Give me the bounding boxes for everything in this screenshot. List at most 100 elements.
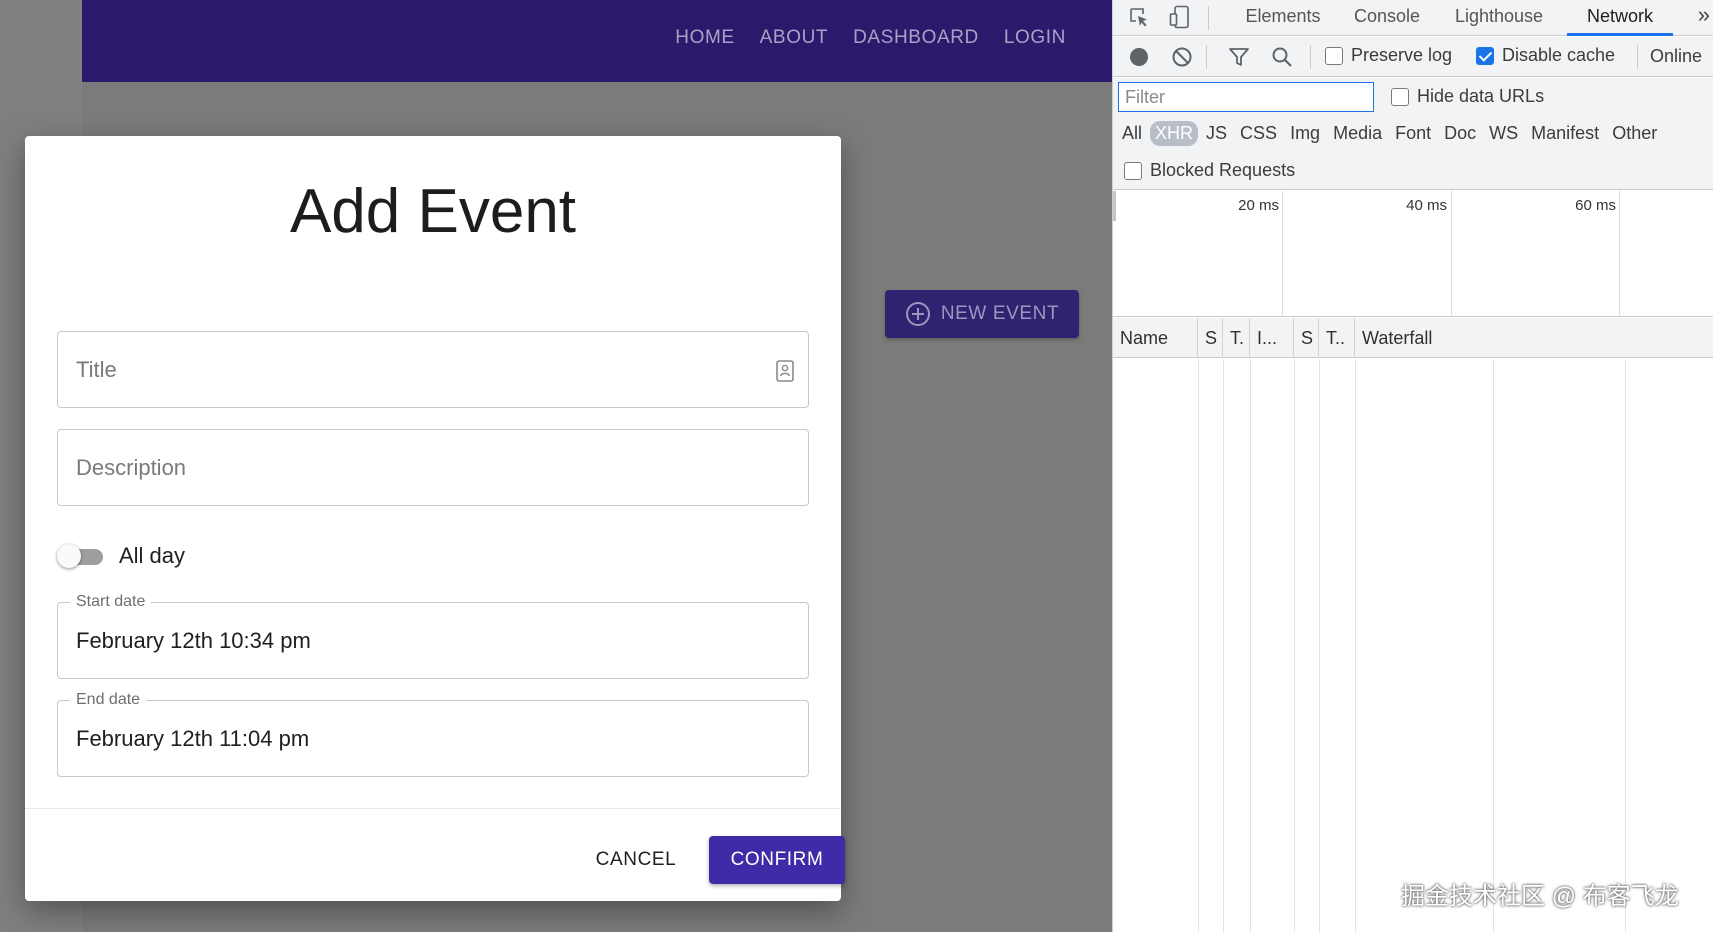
network-filter-bar: Hide data URLs All XHR JS CSS Img Media …: [1113, 78, 1713, 190]
title-input[interactable]: [76, 332, 766, 407]
tab-elements[interactable]: Elements: [1236, 0, 1330, 36]
type-filter-js[interactable]: JS: [1201, 121, 1232, 146]
network-request-table[interactable]: [1113, 359, 1713, 932]
overview-gridline: [1619, 191, 1620, 317]
network-overview-timeline[interactable]: 20 ms 40 ms 60 ms: [1113, 191, 1713, 317]
column-divider: [1223, 359, 1224, 932]
tab-lighthouse[interactable]: Lighthouse: [1444, 0, 1554, 36]
inspect-element-icon[interactable]: [1125, 3, 1153, 31]
resource-type-filters: All XHR JS CSS Img Media Font Doc WS Man…: [1117, 118, 1662, 148]
column-header-status[interactable]: S: [1198, 318, 1223, 358]
column-header-waterfall[interactable]: Waterfall: [1355, 318, 1713, 358]
add-event-dialog: Add Event All day Start date February 12…: [25, 136, 845, 901]
column-divider: [1319, 359, 1320, 932]
column-divider: [1198, 359, 1199, 932]
type-filter-font[interactable]: Font: [1390, 121, 1436, 146]
type-filter-all[interactable]: All: [1117, 121, 1147, 146]
column-header-time[interactable]: T..: [1319, 318, 1355, 358]
disable-cache-checkbox[interactable]: Disable cache: [1476, 45, 1615, 66]
hide-data-urls-box[interactable]: [1391, 87, 1409, 106]
type-filter-other[interactable]: Other: [1607, 121, 1662, 146]
blocked-requests-label: Blocked Requests: [1150, 160, 1296, 180]
all-day-toggle-thumb[interactable]: [57, 544, 81, 568]
column-divider: [1355, 359, 1356, 932]
all-day-toggle[interactable]: [57, 543, 105, 569]
filter-input[interactable]: [1118, 82, 1374, 112]
nav-links: HOME ABOUT DASHBOARD LOGIN: [675, 0, 1066, 76]
tab-network[interactable]: Network: [1567, 0, 1673, 36]
clear-icon[interactable]: [1168, 43, 1196, 71]
waterfall-gridline: [1493, 359, 1494, 932]
cancel-button[interactable]: CANCEL: [572, 836, 700, 884]
throttling-select[interactable]: Online: [1650, 46, 1702, 67]
start-date-field[interactable]: Start date February 12th 10:34 pm: [57, 593, 809, 679]
top-navbar: HOME ABOUT DASHBOARD LOGIN: [82, 0, 1112, 82]
column-header-name[interactable]: Name: [1113, 318, 1198, 358]
all-day-row: All day: [57, 538, 185, 574]
end-date-value[interactable]: February 12th 11:04 pm: [76, 726, 309, 752]
column-header-size[interactable]: S: [1294, 318, 1319, 358]
description-field: [57, 429, 809, 506]
contact-card-icon: [776, 360, 794, 382]
search-icon[interactable]: [1268, 43, 1296, 71]
type-filter-xhr[interactable]: XHR: [1150, 120, 1199, 146]
overview-left-handle[interactable]: [1113, 191, 1116, 221]
tab-console[interactable]: Console: [1345, 0, 1429, 36]
overview-tick-label: 20 ms: [1238, 197, 1279, 214]
all-day-label: All day: [119, 543, 186, 568]
column-header-type[interactable]: T.: [1223, 318, 1250, 358]
devtools-tab-bar: Elements Console Lighthouse Network »: [1113, 0, 1713, 36]
type-filter-img[interactable]: Img: [1285, 121, 1325, 146]
new-event-button[interactable]: NEW EVENT: [885, 290, 1079, 338]
disable-cache-label: Disable cache: [1502, 45, 1616, 65]
type-filter-doc[interactable]: Doc: [1439, 121, 1481, 146]
column-divider: [1250, 359, 1251, 932]
preserve-log-box[interactable]: [1325, 46, 1343, 65]
devtools-panel: Elements Console Lighthouse Network » Pr…: [1112, 0, 1713, 932]
watermark: 掘金技术社区 @ 布客飞龙: [1401, 883, 1679, 910]
end-date-field[interactable]: End date February 12th 11:04 pm: [57, 691, 809, 777]
type-filter-css[interactable]: CSS: [1235, 121, 1282, 146]
add-circle-icon: [905, 302, 930, 326]
disable-cache-box[interactable]: [1476, 46, 1494, 65]
nav-link-login[interactable]: LOGIN: [1004, 27, 1066, 49]
nav-link-home[interactable]: HOME: [675, 27, 734, 49]
start-date-value[interactable]: February 12th 10:34 pm: [76, 628, 311, 654]
overview-tick-label: 40 ms: [1406, 197, 1447, 214]
blocked-requests-checkbox[interactable]: Blocked Requests: [1124, 160, 1295, 181]
toolbar-separator: [1310, 45, 1311, 69]
hide-data-urls-checkbox[interactable]: Hide data URLs: [1391, 86, 1544, 107]
record-icon[interactable]: [1125, 43, 1153, 71]
blocked-requests-box[interactable]: [1124, 161, 1142, 180]
title-field: [57, 331, 809, 408]
network-table-header: Name S T. I... S T.. Waterfall: [1113, 318, 1713, 358]
toolbar-separator: [1206, 45, 1207, 69]
nav-link-dashboard[interactable]: DASHBOARD: [853, 27, 979, 49]
description-input[interactable]: [76, 430, 766, 505]
column-header-initiator[interactable]: I...: [1250, 318, 1294, 358]
device-toolbar-icon[interactable]: [1166, 3, 1194, 31]
type-filter-ws[interactable]: WS: [1484, 121, 1523, 146]
type-filter-manifest[interactable]: Manifest: [1526, 121, 1604, 146]
more-tabs-icon[interactable]: »: [1698, 2, 1710, 28]
overview-gridline: [1451, 191, 1452, 317]
waterfall-gridline: [1625, 359, 1626, 932]
end-date-label: End date: [70, 691, 147, 709]
confirm-button[interactable]: CONFIRM: [709, 836, 845, 884]
column-divider: [1294, 359, 1295, 932]
overview-tick-label: 60 ms: [1575, 197, 1616, 214]
preserve-log-label: Preserve log: [1351, 45, 1453, 65]
dialog-title: Add Event: [289, 177, 577, 246]
filter-icon[interactable]: [1225, 43, 1253, 71]
tab-bar-separator: [1208, 6, 1209, 30]
overview-gridline: [1282, 191, 1283, 317]
network-toolbar: Preserve log Disable cache Online: [1113, 37, 1713, 77]
preserve-log-checkbox[interactable]: Preserve log: [1325, 45, 1452, 66]
hide-data-urls-label: Hide data URLs: [1417, 86, 1545, 106]
start-date-label: Start date: [70, 593, 152, 611]
type-filter-media[interactable]: Media: [1328, 121, 1387, 146]
toolbar-separator: [1637, 45, 1638, 69]
nav-link-about[interactable]: ABOUT: [760, 27, 828, 49]
new-event-label: NEW EVENT: [940, 303, 1060, 324]
dialog-actions-divider: [25, 808, 841, 809]
